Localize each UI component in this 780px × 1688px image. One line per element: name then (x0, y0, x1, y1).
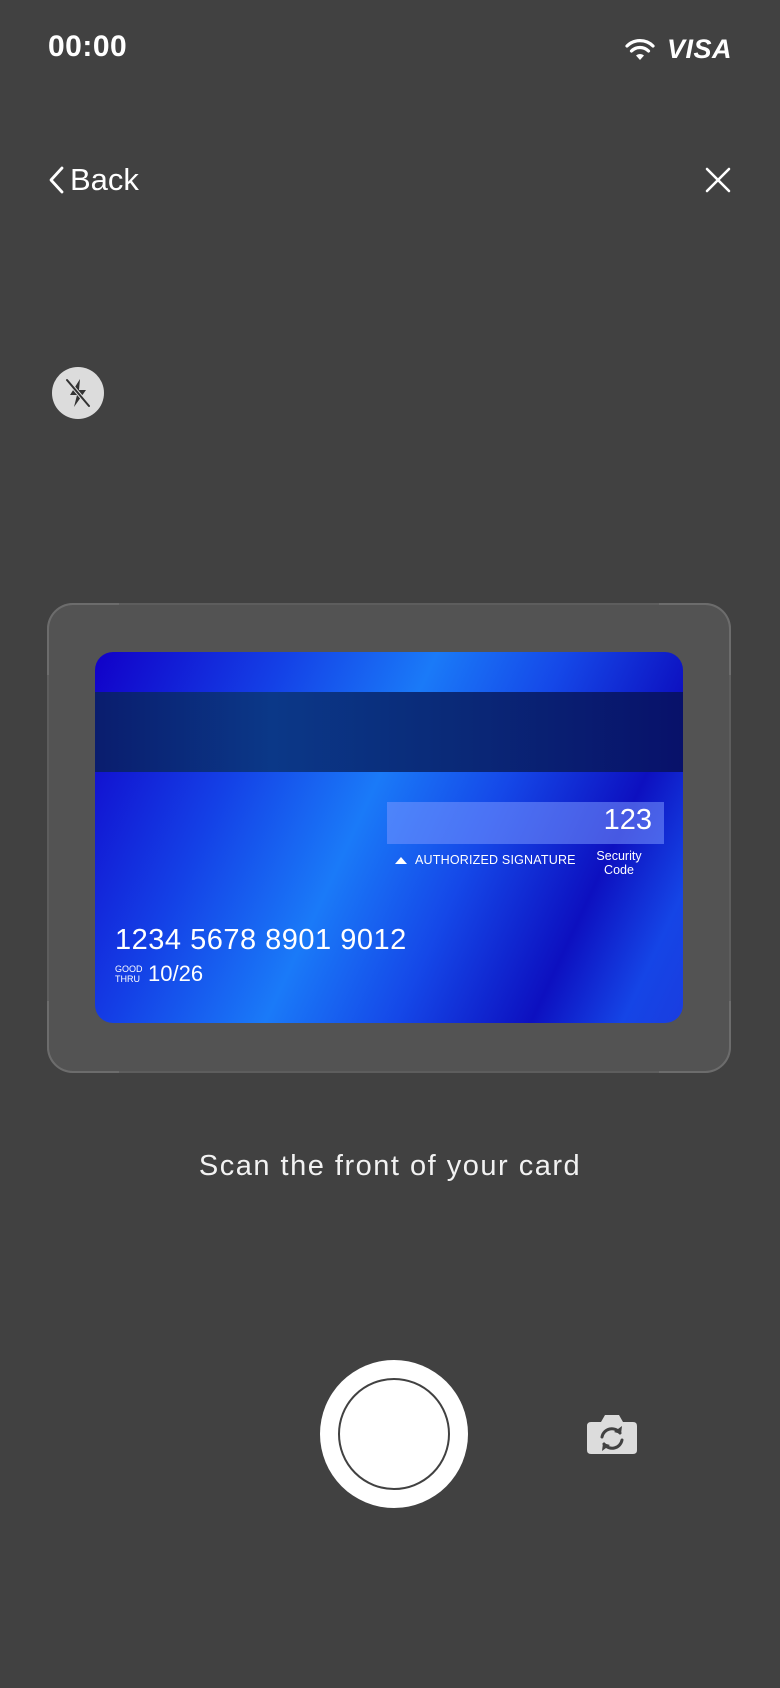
flash-off-icon (65, 378, 91, 408)
signature-label: AUTHORIZED SIGNATURE (395, 853, 576, 867)
chevron-left-icon (49, 166, 64, 194)
security-code-label: Security Code (585, 849, 653, 877)
back-label: Back (70, 162, 139, 197)
card-illustration: 123 AUTHORIZED SIGNATURE Security Code 1… (95, 652, 683, 1023)
status-right: VISA (625, 34, 732, 65)
good-thru-line2: THRU (115, 974, 140, 984)
security-code: 123 (603, 804, 652, 836)
good-thru-line1: GOOD (115, 964, 143, 974)
caret-up-icon (395, 856, 407, 864)
wifi-icon (625, 38, 655, 60)
back-button[interactable]: Back (48, 162, 139, 198)
signature-panel: 123 (387, 802, 664, 844)
magnetic-stripe (95, 692, 683, 772)
security-code-label-line1: Security (596, 849, 642, 863)
flash-toggle-button[interactable] (52, 367, 104, 419)
card-expiry: 10/26 (148, 961, 204, 986)
card-number: 1234 5678 8901 9012 (115, 924, 407, 956)
scan-instruction: Scan the front of your card (198, 1150, 582, 1182)
carrier-logo: VISA (666, 34, 732, 64)
switch-camera-icon[interactable] (585, 1412, 639, 1456)
signature-label-text: AUTHORIZED SIGNATURE (415, 853, 576, 867)
shutter-ring (338, 1378, 450, 1490)
good-thru-label: GOOD THRU (115, 964, 143, 984)
close-icon[interactable] (704, 166, 732, 194)
status-time: 00:00 (48, 30, 128, 63)
security-code-label-line2: Code (604, 863, 634, 877)
shutter-button[interactable] (320, 1360, 468, 1508)
